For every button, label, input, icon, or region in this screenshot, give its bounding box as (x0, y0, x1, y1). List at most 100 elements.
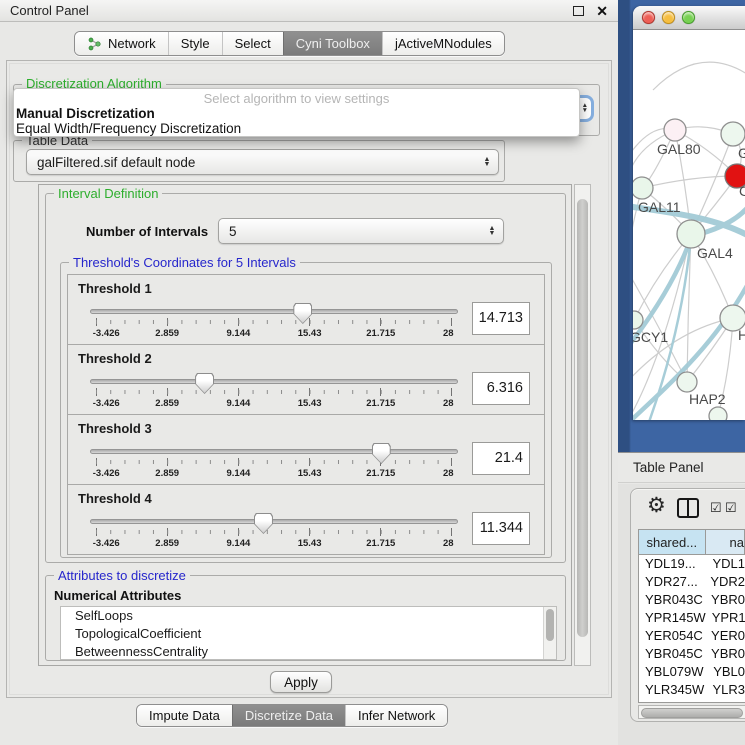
threshold-4-label: Threshold 4 (78, 491, 152, 506)
node-bottom[interactable] (709, 407, 727, 420)
table-header-row: shared... na (639, 530, 745, 555)
threshold-1-panel: Threshold 1 -3.426 2.859 9.144 15.43 (67, 274, 545, 345)
thresholds-stack: Threshold 1 -3.426 2.859 9.144 15.43 (67, 275, 545, 555)
table-panel-title: Table Panel (633, 460, 704, 475)
table-row[interactable]: YBR043CYBR0 (639, 591, 745, 609)
node-gal11[interactable] (633, 177, 653, 199)
list-item[interactable]: SelfLoops (61, 607, 556, 625)
table-row[interactable]: YIL052CYIL0 (639, 699, 745, 703)
tab-infer-network[interactable]: Infer Network (345, 705, 447, 726)
network-canvas[interactable]: GAL80 G C GAL11 GAL4 GCY1 H HAP2 (633, 30, 745, 420)
combo-stepper-icon: ▲▼ (582, 104, 591, 113)
tab-jactivemnodules[interactable]: jActiveMNodules (382, 32, 504, 55)
gear-icon[interactable]: ⚙ (647, 495, 666, 516)
algorithm-dropdown-popup: Select algorithm to view settings Manual… (13, 88, 580, 137)
close-icon[interactable]: ✕ (596, 4, 608, 18)
threshold-4-slider[interactable]: -3.426 2.859 9.144 15.43 21.715 28 (90, 513, 458, 553)
threshold-2-slider[interactable]: -3.426 2.859 9.144 15.43 21.715 28 (90, 373, 458, 413)
table-panel-container: ⚙ ☑ ☑ shared... na YDL19...YDL1 YDR27...… (630, 488, 745, 722)
table-row[interactable]: YER054CYER0 (639, 627, 745, 645)
threshold-1-slider[interactable]: -3.426 2.859 9.144 15.43 21.715 28 (90, 303, 458, 343)
node-label: GAL11 (638, 199, 681, 215)
table-row[interactable]: YDR27...YDR2 (639, 573, 745, 591)
num-intervals-value: 5 (229, 224, 237, 239)
slider-scale-labels: -3.426 2.859 9.144 15.43 21.715 28 (96, 468, 452, 480)
network-window-titlebar[interactable] (633, 6, 745, 30)
table-row[interactable]: YDL19...YDL1 (639, 555, 745, 573)
checkbox-icon[interactable]: ☑ (725, 501, 737, 514)
slider-track[interactable] (90, 309, 458, 314)
node-label: C (739, 183, 745, 199)
table-row[interactable]: YPR145WYPR1 (639, 609, 745, 627)
node-label: H (738, 327, 745, 343)
num-intervals-label: Number of Intervals (86, 224, 208, 239)
table-row[interactable]: YLR345WYLR3 (639, 681, 745, 699)
num-intervals-combobox[interactable]: 5 ▲▼ (218, 218, 504, 244)
node-gal4[interactable] (677, 220, 705, 248)
threshold-2-panel: Threshold 2 -3.426 2.859 9.144 15.43 (67, 344, 545, 415)
node-attribute-table: shared... na YDL19...YDL1 YDR27...YDR2 Y… (638, 529, 745, 703)
tab-style[interactable]: Style (168, 32, 222, 55)
minimize-window-icon[interactable] (662, 11, 675, 24)
tab-cyni-toolbox[interactable]: Cyni Toolbox (283, 32, 382, 55)
close-window-icon[interactable] (642, 11, 655, 24)
table-data-combobox[interactable]: galFiltered.sif default node ▲▼ (26, 149, 499, 175)
table-horizontal-scrollbar[interactable] (638, 705, 745, 719)
list-item[interactable]: BetweennessCentrality (61, 643, 556, 660)
attributes-legend: Attributes to discretize (54, 568, 190, 583)
attributes-group: Attributes to discretize Numerical Attri… (45, 575, 566, 661)
float-window-icon[interactable] (573, 6, 584, 16)
table-data-combobox-value: galFiltered.sif default node (37, 155, 195, 170)
control-panel-tabs: Network Style Select Cyni Toolbox jActiv… (74, 31, 505, 56)
network-view-window[interactable]: GAL80 G C GAL11 GAL4 GCY1 H HAP2 (633, 6, 745, 420)
interval-definition-group: Interval Definition Number of Intervals … (45, 193, 566, 563)
threshold-2-value-field[interactable]: 6.316 (472, 372, 530, 405)
dropdown-hint: Select algorithm to view settings (14, 89, 579, 106)
table-panel-toolbar: ⚙ ☑ ☑ (631, 489, 745, 529)
dropdown-option-equal-width[interactable]: Equal Width/Frequency Discretization (14, 121, 579, 136)
table-row[interactable]: YBR045CYBR0 (639, 645, 745, 663)
zoom-window-icon[interactable] (682, 11, 695, 24)
slider-track[interactable] (90, 379, 458, 384)
threshold-4-panel: Threshold 4 -3.426 2.859 9.144 15.43 (67, 484, 545, 555)
node-label: GAL4 (697, 245, 733, 261)
minor-tick-marks (96, 460, 452, 464)
attributes-list-scrollbar[interactable] (543, 607, 556, 659)
slider-track[interactable] (90, 519, 458, 524)
scrollbar-thumb[interactable] (577, 199, 588, 637)
column-header-shared[interactable]: shared... (639, 530, 706, 554)
threshold-3-slider[interactable]: -3.426 2.859 9.144 15.43 21.715 28 (90, 443, 458, 483)
combo-stepper-icon: ▲▼ (480, 157, 498, 167)
node-g[interactable] (721, 122, 745, 146)
table-data-group: Table Data galFiltered.sif default node … (13, 140, 505, 182)
settings-vertical-scrollbar[interactable] (574, 184, 591, 666)
dropdown-option-manual[interactable]: Manual Discretization (14, 106, 579, 121)
scrollbar-thumb[interactable] (641, 708, 743, 718)
columns-icon[interactable] (677, 498, 699, 518)
checkbox-icon[interactable]: ☑ (710, 501, 722, 514)
table-row[interactable]: YBL079WYBL0 (639, 663, 745, 681)
tab-impute-data[interactable]: Impute Data (137, 705, 232, 726)
node-label: GCY1 (633, 329, 668, 345)
list-item[interactable]: TopologicalCoefficient (61, 625, 556, 643)
tab-network[interactable]: Network (75, 32, 168, 55)
threshold-3-value-field[interactable]: 21.4 (472, 442, 530, 475)
minor-tick-marks (96, 530, 452, 534)
numerical-attributes-label: Numerical Attributes (54, 588, 181, 603)
panel-title: Control Panel (10, 3, 89, 18)
threshold-4-value-field[interactable]: 11.344 (472, 512, 530, 545)
network-icon (87, 37, 102, 51)
slider-track[interactable] (90, 449, 458, 454)
settings-viewport: Interval Definition Number of Intervals … (38, 184, 572, 666)
tab-discretize-data[interactable]: Discretize Data (232, 705, 345, 726)
threshold-3-label: Threshold 3 (78, 421, 152, 436)
apply-button[interactable]: Apply (270, 671, 332, 693)
column-header-name[interactable]: na (706, 530, 745, 554)
threshold-1-value-field[interactable]: 14.713 (472, 302, 530, 335)
node-hap2[interactable] (677, 372, 697, 392)
thresholds-group: Threshold's Coordinates for 5 Intervals … (60, 262, 552, 558)
tab-select[interactable]: Select (222, 32, 283, 55)
cyni-mode-tabs: Impute Data Discretize Data Infer Networ… (136, 704, 448, 727)
slider-scale-labels: -3.426 2.859 9.144 15.43 21.715 28 (96, 398, 452, 410)
node-gal80[interactable] (664, 119, 686, 141)
